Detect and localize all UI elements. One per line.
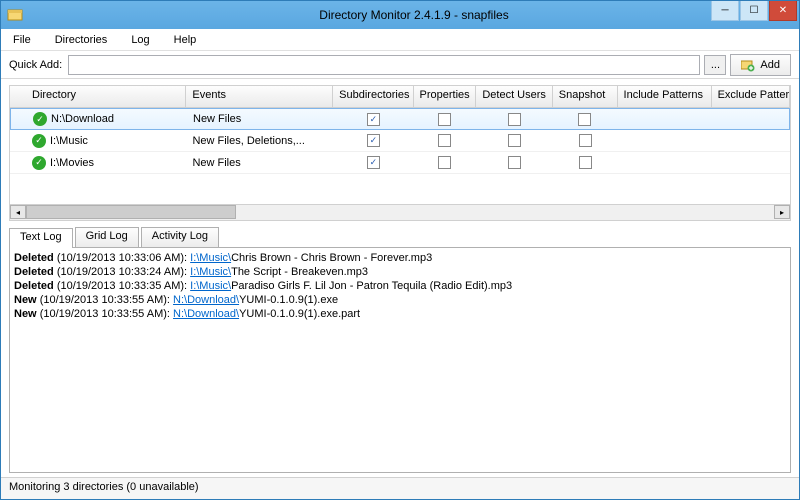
table-row[interactable]: ✓ I:\Music New Files, Deletions,... ✓ (10, 130, 790, 152)
table-row[interactable]: ✓ N:\Download New Files ✓ (10, 108, 790, 130)
dir-path: I:\Movies (50, 157, 94, 169)
log-action: New (14, 294, 37, 306)
grid-header: Directory Events Subdirectories Properti… (10, 86, 790, 108)
col-properties[interactable]: Properties (414, 86, 477, 107)
log-line: Deleted (10/19/2013 10:33:06 AM): I:\Mus… (14, 251, 786, 265)
checkbox-icon[interactable] (438, 113, 451, 126)
log-filename: The Script - Breakeven.mp3 (231, 266, 368, 278)
close-button[interactable]: ✕ (769, 1, 797, 21)
col-snapshot[interactable]: Snapshot (553, 86, 618, 107)
checkbox-icon[interactable] (508, 113, 521, 126)
app-window: Directory Monitor 2.4.1.9 - snapfiles ─ … (0, 0, 800, 500)
status-text: Monitoring 3 directories (0 unavailable) (9, 481, 199, 493)
log-timestamp: (10/19/2013 10:33:55 AM): (40, 308, 170, 320)
table-row[interactable]: ✓ I:\Movies New Files ✓ (10, 152, 790, 174)
log-action: Deleted (14, 252, 54, 264)
scroll-thumb[interactable] (26, 205, 236, 219)
directory-grid: Directory Events Subdirectories Properti… (9, 85, 791, 205)
tab-activity-log[interactable]: Activity Log (141, 227, 219, 247)
menubar: File Directories Log Help (1, 29, 799, 51)
log-action: Deleted (14, 280, 54, 292)
checkbox-icon[interactable]: ✓ (367, 156, 380, 169)
log-filename: Paradiso Girls F. Lil Jon - Patron Tequi… (231, 280, 512, 292)
scroll-left-arrow[interactable]: ◂ (10, 205, 26, 219)
quick-add-label: Quick Add: (9, 59, 62, 71)
log-path-link[interactable]: I:\Music\ (190, 266, 231, 278)
log-filename: YUMI-0.1.0.9(1).exe (239, 294, 338, 306)
tab-grid-log[interactable]: Grid Log (75, 227, 139, 247)
quick-add-bar: Quick Add: ... Add (1, 51, 799, 79)
tab-text-log[interactable]: Text Log (9, 228, 73, 248)
events-cell: New Files (186, 157, 333, 169)
log-filename: YUMI-0.1.0.9(1).exe.part (239, 308, 360, 320)
status-bar: Monitoring 3 directories (0 unavailable) (1, 477, 799, 499)
checkbox-icon[interactable] (438, 134, 451, 147)
add-button-label: Add (760, 59, 780, 71)
add-button[interactable]: Add (730, 54, 791, 76)
log-line: Deleted (10/19/2013 10:33:24 AM): I:\Mus… (14, 265, 786, 279)
minimize-button[interactable]: ─ (711, 1, 739, 21)
col-detect-users[interactable]: Detect Users (476, 86, 552, 107)
browse-button[interactable]: ... (704, 55, 726, 75)
log-path-link[interactable]: N:\Download\ (173, 308, 239, 320)
log-textbox[interactable]: Deleted (10/19/2013 10:33:06 AM): I:\Mus… (9, 247, 791, 473)
checkbox-icon[interactable] (579, 156, 592, 169)
log-timestamp: (10/19/2013 10:33:24 AM): (57, 266, 187, 278)
log-action: New (14, 308, 37, 320)
log-path-link[interactable]: I:\Music\ (190, 252, 231, 264)
status-ok-icon: ✓ (32, 156, 46, 170)
log-path-link[interactable]: I:\Music\ (190, 280, 231, 292)
dir-path: I:\Music (50, 135, 88, 147)
log-timestamp: (10/19/2013 10:33:55 AM): (40, 294, 170, 306)
col-subdirectories[interactable]: Subdirectories (333, 86, 413, 107)
window-title: Directory Monitor 2.4.1.9 - snapfiles (29, 8, 799, 22)
menu-help[interactable]: Help (168, 32, 203, 48)
log-action: Deleted (14, 266, 54, 278)
log-tabs: Text Log Grid Log Activity Log (9, 227, 791, 247)
col-include-patterns[interactable]: Include Patterns (618, 86, 712, 107)
checkbox-icon[interactable] (508, 156, 521, 169)
quick-add-input[interactable] (68, 55, 700, 75)
maximize-button[interactable]: ☐ (740, 1, 768, 21)
col-events[interactable]: Events (186, 86, 333, 107)
checkbox-icon[interactable] (508, 134, 521, 147)
menu-directories[interactable]: Directories (49, 32, 114, 48)
add-folder-icon (741, 58, 755, 72)
log-timestamp: (10/19/2013 10:33:35 AM): (57, 280, 187, 292)
events-cell: New Files, Deletions,... (186, 135, 333, 147)
app-icon (7, 7, 23, 23)
status-ok-icon: ✓ (32, 134, 46, 148)
menu-log[interactable]: Log (125, 32, 155, 48)
dir-path: N:\Download (51, 113, 114, 125)
titlebar[interactable]: Directory Monitor 2.4.1.9 - snapfiles ─ … (1, 1, 799, 29)
col-exclude-patterns[interactable]: Exclude Pattern (712, 86, 790, 107)
log-filename: Chris Brown - Chris Brown - Forever.mp3 (231, 252, 432, 264)
checkbox-icon[interactable] (578, 113, 591, 126)
log-line: Deleted (10/19/2013 10:33:35 AM): I:\Mus… (14, 279, 786, 293)
log-line: New (10/19/2013 10:33:55 AM): N:\Downloa… (14, 293, 786, 307)
log-path-link[interactable]: N:\Download\ (173, 294, 239, 306)
menu-file[interactable]: File (7, 32, 37, 48)
col-directory[interactable]: Directory (10, 86, 186, 107)
checkbox-icon[interactable] (579, 134, 592, 147)
log-timestamp: (10/19/2013 10:33:06 AM): (57, 252, 187, 264)
horizontal-scrollbar[interactable]: ◂ ▸ (9, 205, 791, 221)
checkbox-icon[interactable] (438, 156, 451, 169)
checkbox-icon[interactable]: ✓ (367, 113, 380, 126)
log-line: New (10/19/2013 10:33:55 AM): N:\Downloa… (14, 307, 786, 321)
checkbox-icon[interactable]: ✓ (367, 134, 380, 147)
events-cell: New Files (187, 113, 333, 125)
status-ok-icon: ✓ (33, 112, 47, 126)
scroll-right-arrow[interactable]: ▸ (774, 205, 790, 219)
